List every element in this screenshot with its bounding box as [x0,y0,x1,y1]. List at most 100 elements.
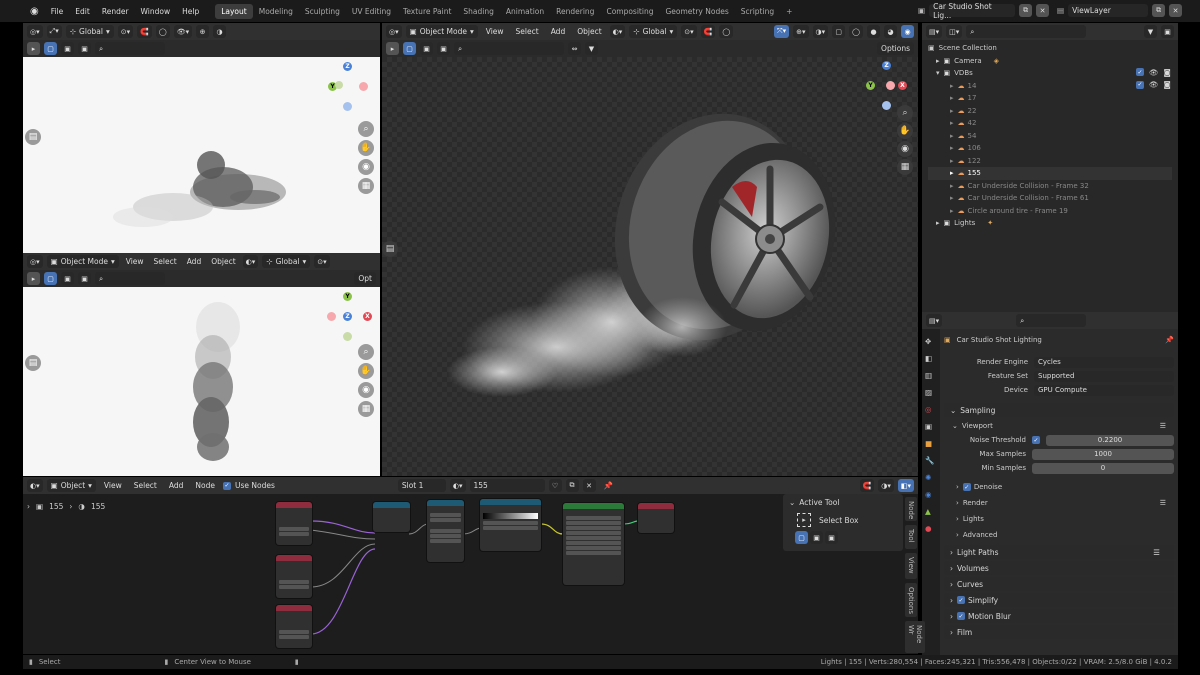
node-attribute-3[interactable] [276,605,312,648]
object-type-visibility-icon[interactable]: ⤧▾ [774,25,790,38]
zoom-icon[interactable]: ⌕ [897,105,913,121]
gizmo-x-neg-icon[interactable] [359,82,368,91]
menu-object[interactable]: Object [208,257,238,266]
outliner-item-22[interactable]: ▸ ☁ 22 [928,105,1172,118]
pivot-icon[interactable]: ⊙▾ [681,25,697,38]
menu-object[interactable]: Object [573,27,605,36]
visibility-icon[interactable]: 👁▾ [173,25,193,38]
camera-view-icon[interactable]: ◉ [897,141,913,157]
outliner-item-54[interactable]: ▸ ☁ 54 [928,130,1172,143]
advanced-subpanel[interactable]: › Advanced [944,527,1174,543]
scene-name-field[interactable]: Car Studio Shot Lig... [929,2,1016,20]
volumes-panel[interactable]: › Volumes [944,561,1174,575]
render-camera-icon[interactable]: ◙ [1164,80,1171,89]
node-map-range[interactable] [427,500,464,562]
select-mode-icon[interactable]: ▸ [27,272,40,285]
overlay-icon[interactable]: ◑▾ [878,479,894,492]
outliner-scene-collection[interactable]: ▣ Scene Collection [928,42,1172,55]
mode-dropdown[interactable]: ▣ Object Mode ▾ [405,25,478,38]
menu-view[interactable]: View [482,27,508,36]
expand-arrow-icon[interactable]: ▸ [950,107,954,115]
menu-select[interactable]: Select [130,481,161,490]
motion-blur-checkbox[interactable]: ✓ [957,612,965,620]
add-workspace-button[interactable]: + [780,4,798,19]
properties-search[interactable]: ⌕ [1016,314,1087,327]
particles-tab-icon[interactable]: ✺ [925,473,937,482]
node-combine[interactable] [373,502,410,532]
menu-render[interactable]: Render [96,7,135,16]
menu-add[interactable]: Add [165,481,188,490]
menu-view[interactable]: View [100,481,126,490]
workspace-tab-modeling[interactable]: Modeling [253,4,299,19]
slot-dropdown[interactable]: Slot 1 [397,479,446,492]
modifier-tab-icon[interactable]: 🔧 [925,456,937,465]
rendered-shading-icon[interactable]: ◉ [901,25,914,38]
light-paths-panel[interactable]: › Light Paths ☰ [944,545,1174,559]
expand-arrow-icon[interactable]: ▸ [936,219,940,227]
outliner-item-lights[interactable]: ▸ ▣ Lights ✦ [928,217,1172,230]
shader-type-dropdown[interactable]: ▣ Object ▾ [46,479,96,492]
display-mode-icon[interactable]: ◫▾ [946,25,963,38]
min-samples-field[interactable]: 0 [1032,462,1174,474]
overlays-icon[interactable]: ◑▾ [812,25,829,38]
gizmo-x-icon[interactable]: X [898,81,907,90]
toolbar-toggle-icon[interactable]: ▤ [382,241,398,257]
motion-blur-panel[interactable]: › ✓ Motion Blur [944,609,1174,623]
search-field-bl[interactable]: ⌕ [95,272,165,285]
outliner-item-frame-61[interactable]: ▸ ☁ Car Underside Collision - Frame 61 [928,192,1172,205]
proportional-icon[interactable]: ◯ [719,25,734,38]
node-editor-type-icon[interactable]: ◐▾ [27,479,43,492]
select-box-icon[interactable]: ▢ [44,42,57,55]
gizmo-z-icon[interactable]: Z [882,61,891,70]
expand-arrow-icon[interactable]: ▸ [950,119,954,127]
overlay-icon[interactable]: ◑ [213,25,227,38]
menu-view[interactable]: View [123,257,147,266]
orientation-dropdown[interactable]: ⊹ Global ▾ [65,25,114,38]
filter-icon[interactable]: ▼ [585,42,598,55]
select-box-icon[interactable]: ▢ [44,272,57,285]
viewport-bl-canvas[interactable]: Y Z X ⌕ ✋ ◉ ▦ ▤ [23,287,380,476]
view-layer-field[interactable]: ViewLayer [1068,4,1149,17]
viewport-main-canvas[interactable]: Z Y X ⌕ ✋ ◉ ▦ ▤ [382,57,918,476]
workspace-tab-scripting[interactable]: Scripting [735,4,780,19]
editor-type-icon[interactable]: ◎▾ [27,25,43,38]
workspace-tab-uv-editing[interactable]: UV Editing [346,4,397,19]
render-subpanel[interactable]: › Render ☰ [944,495,1174,511]
world-tab-icon[interactable]: ▣ [925,422,937,431]
delete-view-layer-icon[interactable]: ✕ [1169,4,1183,17]
expand-arrow-icon[interactable]: ▸ [950,157,954,165]
gizmo-y-icon[interactable]: Y [866,81,875,90]
expand-arrow-icon[interactable]: ▸ [950,194,954,202]
material-name-field[interactable]: 155 [469,479,545,492]
color-ramp-gradient[interactable] [483,513,538,519]
list-icon[interactable]: ☰ [1160,422,1166,430]
select-extend-icon[interactable]: ▣ [61,42,74,55]
node-attribute-1[interactable] [276,502,312,545]
viewport-gizmo-icon[interactable]: ⊕▾ [793,25,809,38]
outliner-filter-icon[interactable]: ▼ [1144,25,1157,38]
orientation-dropdown[interactable]: ⊹ Global ▾ [262,255,311,268]
gizmo-x-neg-icon[interactable] [327,312,336,321]
zoom-icon[interactable]: ⌕ [358,121,374,137]
gizmo-y-neg-icon[interactable] [335,81,343,89]
blender-logo-icon[interactable]: ◉ [30,6,39,17]
camera-view-icon[interactable]: ◉ [358,159,374,175]
pivot-icon[interactable]: ⊙▾ [314,255,330,268]
select-new-icon[interactable]: ▢ [795,531,808,544]
menu-select[interactable]: Select [512,27,543,36]
ortho-grid-icon[interactable]: ▦ [358,178,374,194]
fake-user-icon[interactable]: ♡ [548,479,562,492]
expand-arrow-icon[interactable]: ▸ [950,169,954,177]
gizmo-x-neg-icon[interactable] [886,81,895,90]
expand-arrow-icon[interactable]: ▸ [950,94,954,102]
menu-window[interactable]: Window [135,7,177,16]
material-shading-icon[interactable]: ◕ [884,25,897,38]
gizmo-z-icon[interactable]: Z [343,62,352,71]
render-engine-dropdown[interactable]: Cycles [1034,356,1174,368]
search-field-tl[interactable]: ⌕ [95,42,165,55]
max-samples-field[interactable]: 1000 [1032,448,1174,460]
outliner-item-frame-19[interactable]: ▸ ☁ Circle around tire - Frame 19 [928,205,1172,218]
select-extend-icon[interactable]: ▣ [810,531,823,544]
side-tab-tool[interactable]: Tool [905,525,917,549]
wireframe-shading-icon[interactable]: ◯ [849,25,863,38]
